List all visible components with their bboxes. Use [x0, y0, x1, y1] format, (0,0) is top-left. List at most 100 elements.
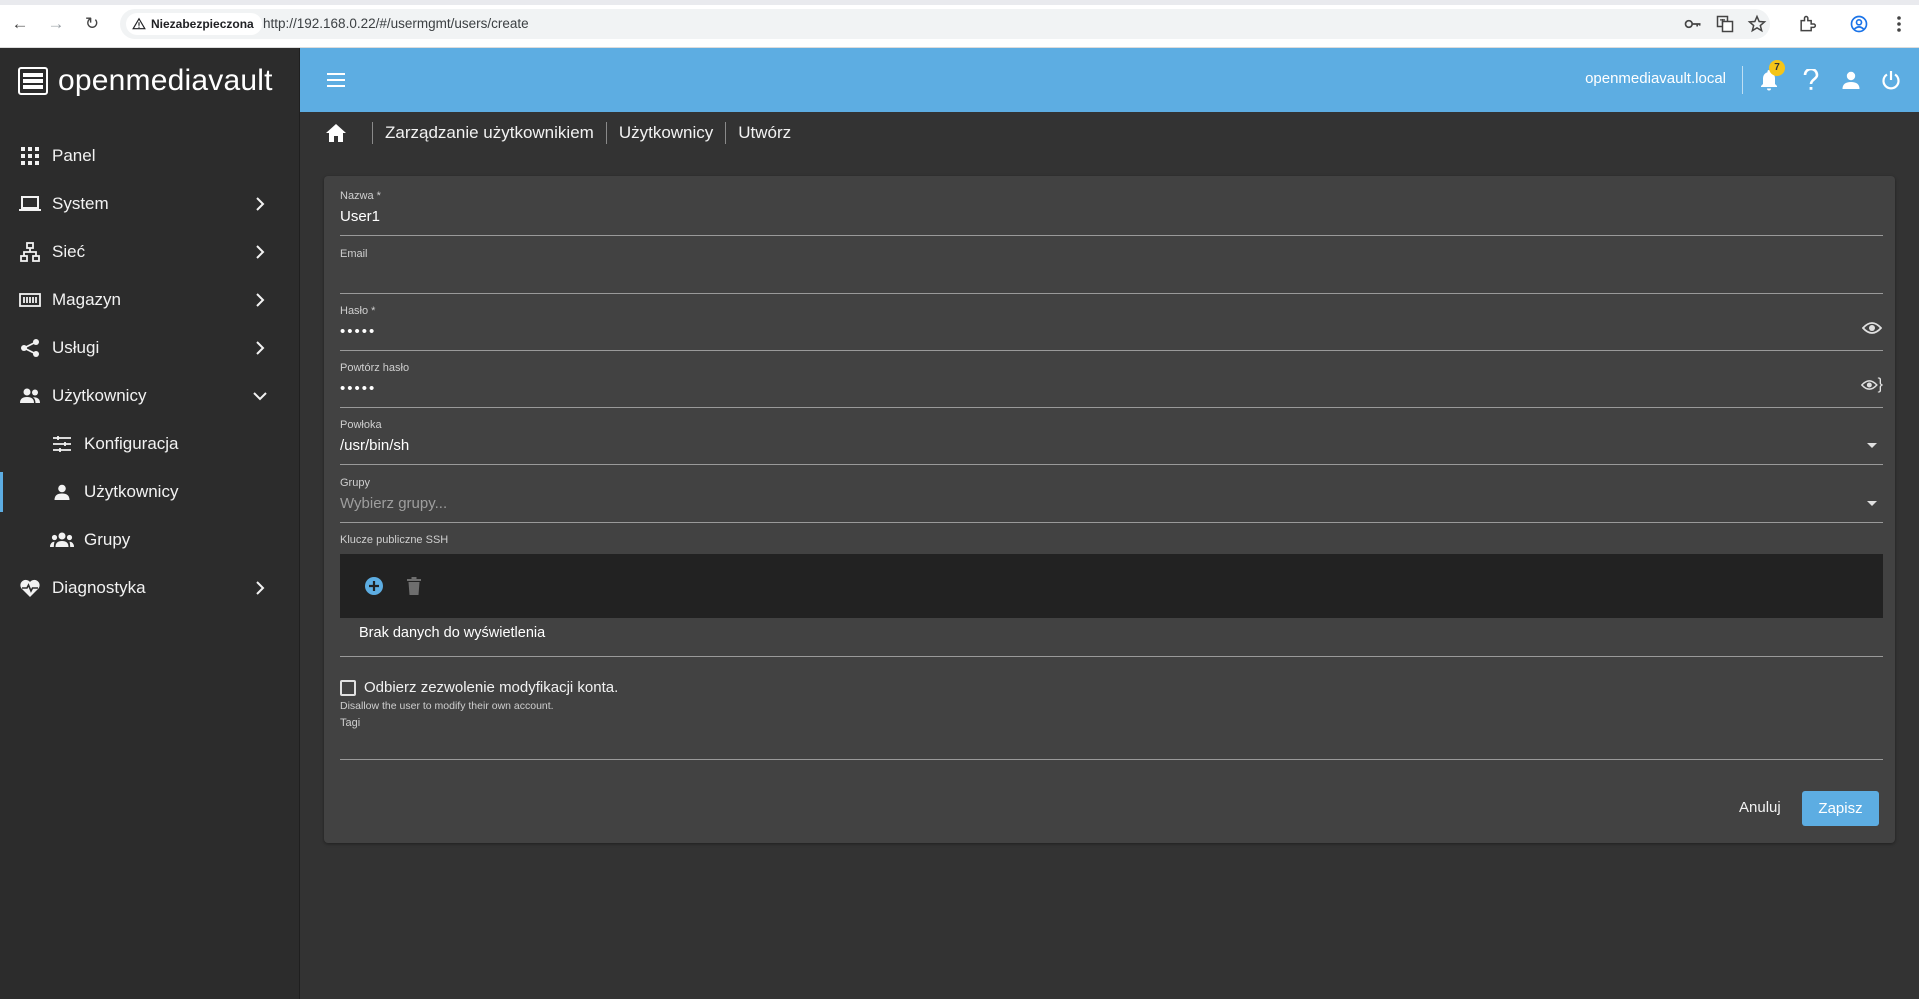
brand[interactable]: openmediavault — [18, 64, 273, 98]
security-label: Niezabezpieczona — [151, 17, 254, 31]
chevron-right-icon — [250, 242, 270, 262]
ssh-keys-label: Klucze publiczne SSH — [340, 534, 449, 546]
eye-icon[interactable] — [1861, 317, 1883, 339]
shell-select[interactable]: Powłoka /usr/bin/sh — [340, 419, 1883, 465]
name-value[interactable]: User1 — [340, 208, 380, 225]
power-icon[interactable] — [1879, 68, 1903, 92]
sidebar-item-network[interactable]: Sieć — [0, 232, 300, 272]
disallow-modification-checkbox[interactable] — [340, 679, 356, 696]
password-value[interactable]: ••••• — [340, 323, 376, 340]
ssh-keys-empty-text: Brak danych do wyświetlenia — [359, 625, 546, 641]
divider — [1742, 66, 1743, 94]
sidebar-item-label: System — [52, 194, 109, 213]
tab-strip — [0, 0, 1919, 5]
password-repeat-value[interactable]: ••••• — [340, 380, 376, 397]
chevron-right-icon — [250, 290, 270, 310]
notification-badge: 7 — [1769, 60, 1785, 76]
sidebar-item-services[interactable]: Usługi — [0, 328, 300, 368]
storage-icon — [18, 288, 42, 312]
laptop-icon — [18, 192, 42, 216]
sidebar-item-label: Użytkownicy — [84, 482, 179, 501]
password-label: Hasło * — [340, 305, 376, 317]
breadcrumb-users[interactable]: Użytkownicy — [619, 123, 713, 143]
sidebar-item-label: Sieć — [52, 242, 86, 261]
help-icon[interactable] — [1799, 68, 1823, 92]
save-button[interactable]: Zapisz — [1802, 791, 1879, 826]
sidebar-item-users[interactable]: Użytkownicy — [0, 376, 300, 416]
password-repeat-field[interactable]: Powtórz hasło ••••• } — [340, 362, 1883, 408]
add-circle-icon[interactable] — [362, 574, 386, 598]
breadcrumb-create: Utwórz — [738, 123, 792, 142]
breadcrumb-separator — [372, 122, 373, 144]
brand-name: openmediavault — [58, 64, 273, 97]
shell-value[interactable]: /usr/bin/sh — [340, 437, 409, 454]
sidebar-item-system[interactable]: System — [0, 184, 300, 224]
share-icon — [18, 336, 42, 360]
groups-select[interactable]: Grupy Wybierz grupy... — [340, 477, 1883, 523]
divider — [340, 656, 1883, 657]
groups-icon — [50, 528, 74, 552]
name-label: Nazwa * — [340, 190, 381, 202]
users-icon — [18, 384, 42, 408]
sidebar-item-panel[interactable]: Panel — [0, 136, 300, 176]
groups-label: Grupy — [340, 477, 370, 489]
url-text[interactable]: http://192.168.0.22/#/usermgmt/users/cre… — [263, 15, 529, 33]
email-field[interactable]: Email — [340, 248, 1883, 294]
network-icon — [18, 240, 42, 264]
extensions-icon[interactable] — [1796, 13, 1818, 35]
grid-icon — [18, 144, 42, 168]
breadcrumb-separator — [605, 122, 607, 144]
cancel-button[interactable]: Anuluj — [1727, 791, 1793, 825]
name-field[interactable]: Nazwa * User1 — [340, 190, 1883, 236]
back-icon[interactable]: ← — [10, 14, 30, 34]
sidebar-item-label: Panel — [52, 146, 96, 165]
hamburger-menu-icon[interactable] — [324, 68, 348, 92]
ssh-keys-toolbar — [340, 554, 1883, 618]
key-icon[interactable] — [1682, 13, 1704, 35]
tags-label: Tagi — [340, 717, 361, 729]
profile-icon[interactable] — [1848, 13, 1870, 35]
groups-placeholder[interactable]: Wybierz grupy... — [340, 495, 447, 512]
top-app-bar: openmediavault.local 7 — [300, 48, 1919, 112]
hostname: openmediavault.local — [1585, 70, 1726, 87]
disallow-modification-hint: Disallow the user to modify their own ac… — [340, 700, 554, 712]
reload-icon[interactable]: ↻ — [82, 14, 102, 34]
eye-icon[interactable]: } — [1861, 374, 1883, 396]
sidebar-item-user-list[interactable]: Użytkownicy — [0, 472, 300, 512]
sidebar-item-label: Diagnostyka — [52, 578, 146, 597]
shell-label: Powłoka — [340, 419, 382, 431]
breadcrumb-separator — [725, 122, 727, 144]
sidebar-item-label: Grupy — [84, 530, 131, 549]
translate-icon[interactable] — [1714, 13, 1736, 35]
sidebar-item-label: Konfiguracja — [84, 434, 179, 453]
sidebar-item-label: Usługi — [52, 338, 100, 357]
heart-pulse-icon — [18, 576, 42, 600]
sidebar-item-groups[interactable]: Grupy — [0, 520, 300, 560]
home-icon[interactable] — [324, 121, 348, 145]
forward-icon[interactable]: → — [46, 14, 66, 34]
warning-icon — [132, 17, 146, 30]
email-label: Email — [340, 248, 368, 260]
browser-toolbar: ← → ↻ Niezabezpieczona http://192.168.0.… — [0, 0, 1919, 48]
sidebar: openmediavault Panel System Sieć Magazyn… — [0, 48, 300, 999]
dropdown-arrow-icon[interactable] — [1861, 435, 1883, 457]
sidebar-item-label: Użytkownicy — [52, 386, 147, 405]
sidebar-item-diagnostics[interactable]: Diagnostyka — [0, 568, 300, 608]
breadcrumb-user-management[interactable]: Zarządzanie użytkownikiem — [385, 123, 594, 143]
password-field[interactable]: Hasło * ••••• — [340, 305, 1883, 351]
chevron-right-icon — [250, 578, 270, 598]
disallow-modification-label[interactable]: Odbierz zezwolenie modyfikacji konta. — [364, 679, 618, 696]
browser-menu-icon[interactable] — [1888, 13, 1910, 35]
chevron-down-icon — [250, 386, 270, 406]
disallow-modification-checkbox-row[interactable]: Odbierz zezwolenie modyfikacji konta. — [340, 679, 618, 696]
sidebar-item-configuration[interactable]: Konfiguracja — [0, 424, 300, 464]
account-icon[interactable] — [1839, 68, 1863, 92]
breadcrumb: Zarządzanie użytkownikiem Użytkownicy Ut… — [324, 120, 791, 146]
sidebar-item-storage[interactable]: Magazyn — [0, 280, 300, 320]
tags-field[interactable]: Tagi — [340, 717, 1883, 760]
star-icon[interactable] — [1746, 13, 1768, 35]
delete-icon[interactable] — [402, 574, 426, 598]
security-chip[interactable]: Niezabezpieczona — [126, 13, 262, 35]
sidebar-item-label: Magazyn — [52, 290, 121, 309]
dropdown-arrow-icon[interactable] — [1861, 493, 1883, 515]
